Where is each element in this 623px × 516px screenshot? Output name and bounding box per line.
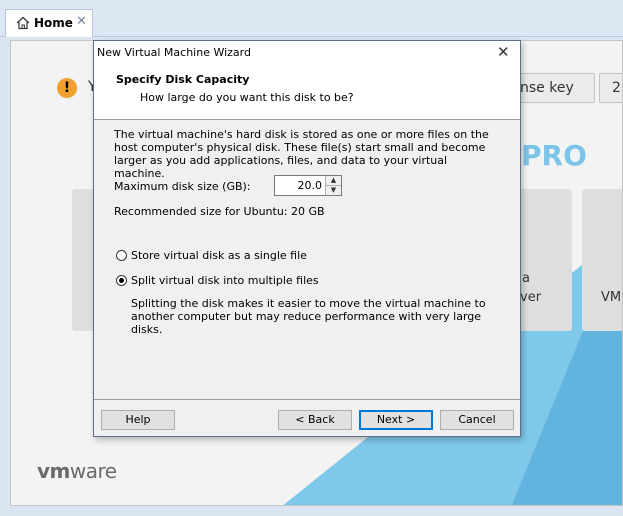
radio-button[interactable] (116, 250, 127, 261)
dialog-title: New Virtual Machine Wizard (97, 46, 251, 59)
warning-icon: ! (57, 78, 77, 98)
card-text: VM (601, 290, 622, 305)
page-subtitle: How large do you want this disk to be? (140, 91, 354, 104)
dialog-title-bar[interactable]: New Virtual Machine Wizard ✕ (94, 41, 520, 65)
home-card-virtualize[interactable]: VM (582, 189, 622, 331)
radio-single-file-label[interactable]: Store virtual disk as a single file (131, 249, 307, 262)
decrement-arrow-icon[interactable]: ▼ (325, 186, 341, 195)
page-title: Specify Disk Capacity (116, 73, 250, 86)
home-icon (16, 16, 30, 30)
recommended-size-text: Recommended size for Ubuntu: 20 GB (114, 205, 325, 218)
tab-home[interactable]: Home ✕ (5, 9, 93, 37)
product-brand-text: PRO (521, 139, 587, 172)
cancel-button[interactable]: Cancel (440, 410, 514, 430)
dialog-header: Specify Disk Capacity How large do you w… (94, 65, 520, 120)
vmware-logo: vmware (37, 459, 117, 483)
radio-button[interactable] (116, 275, 127, 286)
card-text: ver (520, 290, 542, 305)
new-vm-wizard-dialog: New Virtual Machine Wizard ✕ Specify Dis… (93, 40, 521, 437)
card-text: a (522, 271, 530, 286)
max-disk-size-value[interactable]: 20.0 (298, 179, 323, 192)
split-description-text: Splitting the disk makes it easier to mo… (131, 297, 486, 336)
tab-home-label: Home (34, 16, 73, 30)
divider (94, 399, 520, 400)
home-button-2[interactable]: 2 (599, 73, 622, 103)
help-button[interactable]: Help (101, 410, 175, 430)
radio-split-files-label[interactable]: Split virtual disk into multiple files (131, 274, 319, 287)
close-icon[interactable]: ✕ (497, 43, 510, 61)
close-tab-icon[interactable]: ✕ (76, 14, 87, 29)
tab-bar: Home ✕ (0, 0, 623, 37)
next-button[interactable]: Next > (359, 410, 433, 430)
max-disk-size-stepper[interactable]: 20.0 ▲ ▼ (274, 175, 342, 196)
max-disk-size-label: Maximum disk size (GB): (114, 180, 251, 193)
intro-text: The virtual machine's hard disk is store… (114, 128, 489, 180)
back-button[interactable]: < Back (278, 410, 352, 430)
increment-arrow-icon[interactable]: ▲ (325, 176, 341, 186)
